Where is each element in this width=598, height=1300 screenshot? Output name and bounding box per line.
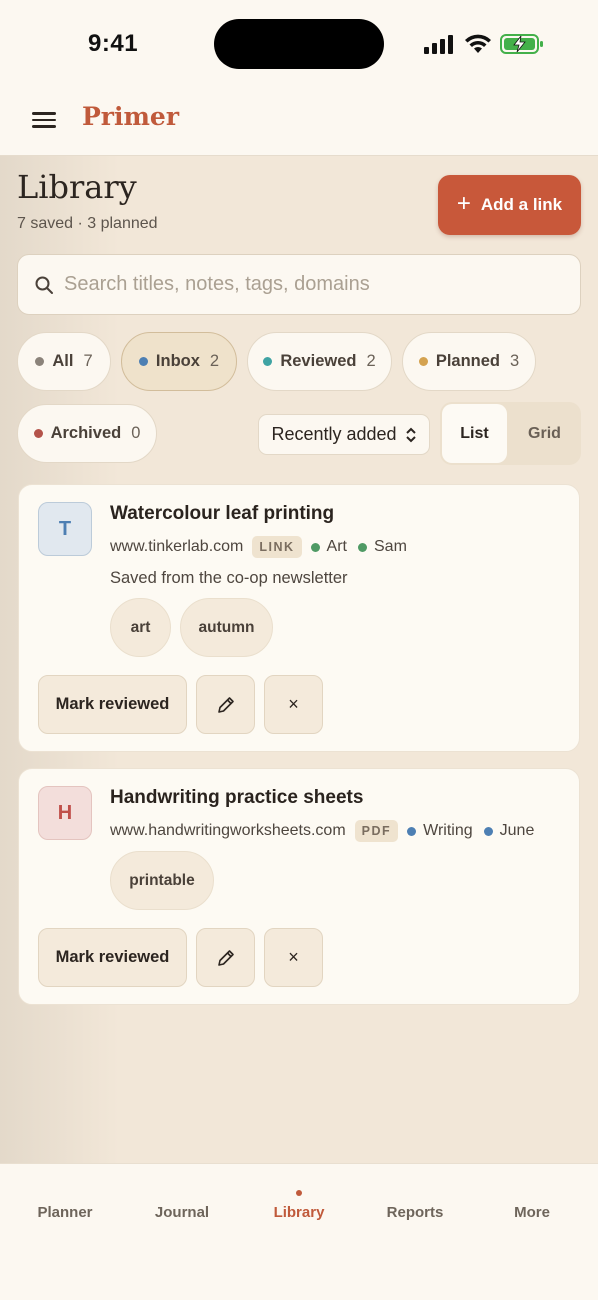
item-meta: www.handwritingworksheets.com PDF Writin… (110, 820, 534, 842)
status-dot (33, 429, 43, 438)
filter-chip-reviewed[interactable]: Reviewed 2 (247, 332, 392, 391)
filter-count: 7 (83, 352, 93, 370)
item-note: Saved from the co-op newsletter (110, 569, 348, 587)
tag-chip[interactable]: autumn (180, 598, 273, 657)
battery-charging-icon (500, 34, 543, 54)
status-icons (424, 32, 544, 56)
nav-reports[interactable]: Reports (356, 1204, 474, 1221)
edit-button[interactable] (196, 928, 255, 987)
status-dot (263, 357, 273, 366)
filter-chip-planned[interactable]: Planned 3 (402, 332, 536, 391)
filter-label: Inbox (155, 352, 200, 370)
nav-library[interactable]: Library (240, 1204, 358, 1221)
tag-chip[interactable]: printable (110, 851, 214, 910)
filter-chip-all[interactable]: All 7 (17, 332, 111, 391)
sort-label: Recently added (271, 424, 397, 444)
remove-button[interactable]: × (264, 675, 323, 734)
nav-journal[interactable]: Journal (123, 1204, 241, 1221)
avatar: T (38, 502, 92, 556)
view-list-button[interactable]: List (442, 404, 507, 463)
status-time: 9:41 (88, 30, 139, 57)
mark-reviewed-button[interactable]: Mark reviewed (38, 675, 187, 734)
item-title[interactable]: Handwriting practice sheets (110, 787, 363, 809)
search-bar (17, 254, 581, 315)
item-subject: Art (326, 538, 347, 555)
app-brand: Primer (82, 102, 179, 131)
person-dot (358, 542, 367, 552)
view-grid-button[interactable]: Grid (512, 404, 577, 463)
active-indicator-dot (296, 1190, 302, 1196)
mark-reviewed-button[interactable]: Mark reviewed (38, 928, 187, 987)
menu-icon[interactable] (32, 108, 56, 132)
item-domain: www.tinkerlab.com (110, 538, 244, 555)
close-icon: × (288, 694, 299, 714)
item-domain: www.handwritingworksheets.com (110, 822, 346, 839)
filter-count: 0 (131, 424, 141, 442)
item-subject: Writing (423, 822, 473, 839)
plus-icon: + (456, 190, 471, 217)
app-header: Primer (0, 90, 598, 156)
view-toggle: List Grid (440, 402, 581, 465)
sort-select[interactable]: Recently added (258, 414, 430, 455)
item-meta: www.tinkerlab.com LINK Art Sam (110, 536, 407, 558)
filter-label: All (52, 352, 74, 370)
add-link-button[interactable]: + Add a link (438, 175, 581, 235)
search-icon (35, 276, 53, 294)
subject-dot (310, 542, 320, 552)
subject-dot (407, 826, 417, 836)
wifi-icon (465, 34, 491, 53)
pencil-icon (217, 696, 234, 713)
avatar: H (38, 786, 92, 840)
search-input[interactable] (64, 273, 564, 296)
nav-planner[interactable]: Planner (6, 1204, 124, 1221)
filter-count: 2 (209, 352, 220, 370)
library-item-card: H Handwriting practice sheets www.handwr… (18, 768, 580, 1005)
filter-count: 2 (366, 352, 376, 370)
add-link-label: Add a link (480, 195, 563, 214)
chevron-up-down-icon (405, 427, 416, 442)
item-kind-badge: PDF (354, 820, 399, 842)
bottom-nav: Planner Journal Library Reports More (0, 1163, 598, 1300)
status-dot (418, 357, 428, 366)
close-icon: × (288, 947, 299, 967)
status-dot (138, 357, 148, 366)
page-subtitle: 7 saved · 3 planned (17, 215, 158, 232)
item-person: Sam (374, 538, 407, 555)
filter-chip-inbox[interactable]: Inbox 2 (121, 332, 237, 391)
library-item-card: T Watercolour leaf printing www.tinkerla… (18, 484, 580, 752)
filter-count: 3 (510, 352, 520, 370)
filter-label: Reviewed (280, 352, 357, 370)
item-kind-badge: LINK (252, 536, 302, 558)
remove-button[interactable]: × (264, 928, 323, 987)
pencil-icon (217, 949, 234, 966)
filter-label: Archived (50, 424, 122, 442)
filter-label: Planned (435, 352, 500, 370)
edit-button[interactable] (196, 675, 255, 734)
item-title[interactable]: Watercolour leaf printing (110, 503, 334, 525)
dynamic-island (214, 19, 384, 69)
item-person: June (499, 822, 535, 839)
page-title: Library (17, 168, 137, 206)
filter-chip-archived[interactable]: Archived 0 (17, 404, 157, 463)
person-dot (483, 826, 493, 836)
status-dot (35, 357, 45, 366)
nav-more[interactable]: More (473, 1204, 591, 1221)
tag-chip[interactable]: art (110, 598, 171, 657)
cellular-signal-icon (424, 35, 453, 54)
status-bar: 9:41 (0, 0, 598, 90)
